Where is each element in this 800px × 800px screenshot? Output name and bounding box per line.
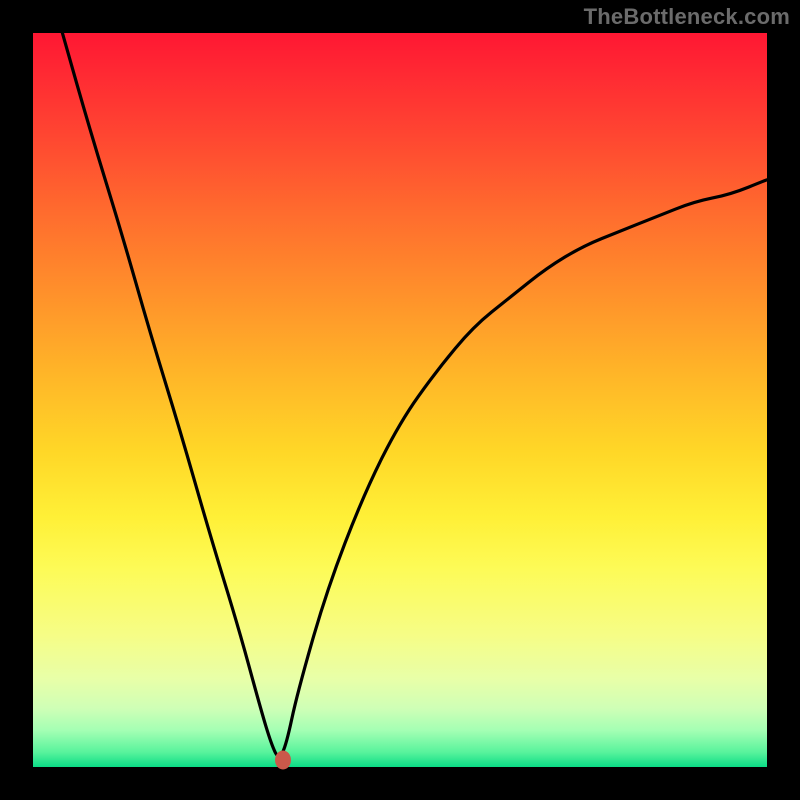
chart-frame: TheBottleneck.com <box>0 0 800 800</box>
watermark-text: TheBottleneck.com <box>584 4 790 30</box>
minimum-marker-dot <box>275 750 291 769</box>
curve-path <box>62 33 767 756</box>
bottleneck-curve <box>33 33 767 767</box>
